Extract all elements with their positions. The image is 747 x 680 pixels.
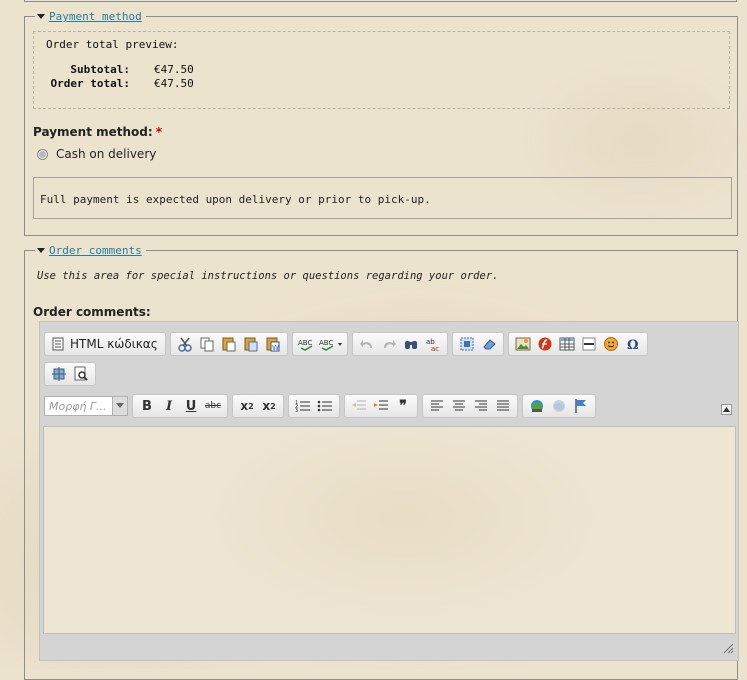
svg-text:3: 3 [295, 408, 298, 414]
payment-method-fieldset: Payment method Order total preview: Subt… [24, 9, 738, 236]
table-icon[interactable] [556, 334, 578, 354]
order-comments-label: Order comments: [33, 305, 151, 319]
undo-icon[interactable] [356, 334, 378, 354]
insert-group: Ω [507, 332, 648, 356]
toolbar-row-3: Μορφή Γ... B I U abc x2 x2 123 ❞ [44, 394, 600, 418]
replace-icon[interactable]: ab ac [422, 334, 444, 354]
subtotal-value: €47.50 [154, 63, 194, 76]
align-left-icon[interactable] [426, 396, 448, 416]
svg-text:Ω: Ω [627, 338, 639, 352]
toolbar-row-1: HTML κώδικας W ABC ABC ab ac Ω [44, 332, 652, 356]
anchor-flag-icon[interactable] [570, 396, 592, 416]
document-icon [52, 337, 64, 351]
paste-word-icon[interactable]: W [262, 334, 284, 354]
cash-on-delivery-label[interactable]: Cash on delivery [56, 147, 156, 161]
subtotal-label: Subtotal: [70, 63, 130, 76]
special-char-icon[interactable]: Ω [622, 334, 644, 354]
html-source-label: HTML κώδικας [70, 337, 158, 351]
paste-text-icon[interactable] [240, 334, 262, 354]
clipboard-group: W [169, 332, 288, 356]
italic-button[interactable]: I [158, 396, 180, 416]
order-total-row: Order total: €47.50 [30, 77, 194, 90]
superscript-button[interactable]: x2 [258, 396, 280, 416]
previous-fieldset-edge [24, 0, 737, 2]
paste-icon[interactable] [218, 334, 240, 354]
order-total-label: Order total: [50, 77, 130, 90]
image-icon[interactable] [512, 334, 534, 354]
unlink-icon[interactable] [548, 396, 570, 416]
numbered-list-icon[interactable]: 123 [292, 396, 314, 416]
editor-content-area[interactable] [43, 426, 736, 634]
preview-icon[interactable] [70, 364, 92, 384]
source-group: HTML κώδικας [44, 332, 166, 356]
payment-method-label: Payment method: * [33, 125, 162, 139]
toolbar-row-2 [44, 362, 100, 386]
underline-button[interactable]: U [180, 396, 202, 416]
format-select[interactable]: Μορφή Γ... [44, 396, 128, 416]
strike-button[interactable]: abc [202, 396, 224, 416]
spellcheck-group: ABC ABC [291, 332, 348, 356]
comments-help-text: Use this area for special instructions o… [37, 270, 499, 282]
order-total-value: €47.50 [154, 77, 194, 90]
script-group: x2 x2 [232, 394, 284, 418]
align-right-icon[interactable] [470, 396, 492, 416]
comments-legend[interactable]: Order comments [35, 243, 146, 258]
select-all-icon[interactable] [456, 334, 478, 354]
collapse-toolbar-button[interactable] [721, 404, 732, 415]
link-icon[interactable] [526, 396, 548, 416]
html-source-button[interactable]: HTML κώδικας [48, 337, 162, 351]
find-icon[interactable] [400, 334, 422, 354]
subtotal-row: Subtotal: €47.50 [30, 63, 194, 76]
scayt-icon[interactable]: ABC [318, 334, 344, 354]
bulleted-list-icon[interactable] [314, 396, 336, 416]
link-group [522, 394, 596, 418]
order-comments-fieldset: Order comments Use this area for special… [24, 243, 739, 680]
blockquote-icon[interactable]: ❞ [392, 396, 414, 416]
bold-button[interactable]: B [136, 396, 158, 416]
required-mark: * [155, 125, 162, 139]
history-group: ab ac [351, 332, 448, 356]
align-group [422, 394, 518, 418]
order-comments-legend-link[interactable]: Order comments [49, 243, 142, 258]
remove-format-icon[interactable] [478, 334, 500, 354]
maximize-icon[interactable] [48, 364, 70, 384]
align-justify-icon[interactable] [492, 396, 514, 416]
cut-icon[interactable] [174, 334, 196, 354]
rich-text-editor: HTML κώδικας W ABC ABC ab ac Ω Μορφή Γ..… [39, 321, 739, 661]
collapse-arrow-icon [723, 407, 730, 412]
smiley-icon[interactable] [600, 334, 622, 354]
svg-text:ac: ac [431, 345, 439, 352]
format-select-placeholder: Μορφή Γ... [49, 399, 107, 413]
indent-group: ❞ [344, 394, 418, 418]
collapse-triangle-icon [37, 14, 45, 19]
chevron-down-icon [112, 397, 127, 415]
cash-on-delivery-option[interactable]: Cash on delivery [37, 147, 156, 161]
horizontal-rule-icon[interactable] [578, 334, 600, 354]
flash-icon[interactable] [534, 334, 556, 354]
payment-method-legend-link[interactable]: Payment method [49, 9, 142, 24]
outdent-icon[interactable] [348, 396, 370, 416]
tools-group [44, 362, 96, 386]
spellcheck-icon[interactable]: ABC [296, 334, 318, 354]
resize-handle-icon[interactable] [722, 642, 734, 654]
basic-style-group: B I U abc [132, 394, 228, 418]
order-total-preview: Order total preview: Subtotal: €47.50 Or… [33, 31, 730, 109]
payment-note: Full payment is expected upon delivery o… [33, 177, 732, 219]
svg-text:ABC: ABC [319, 339, 333, 347]
payment-legend[interactable]: Payment method [35, 9, 146, 24]
svg-text:ABC: ABC [298, 339, 312, 347]
list-group: 123 [288, 394, 340, 418]
align-center-icon[interactable] [448, 396, 470, 416]
select-group [451, 332, 504, 356]
indent-icon[interactable] [370, 396, 392, 416]
copy-icon[interactable] [196, 334, 218, 354]
collapse-triangle-icon [37, 248, 45, 253]
svg-text:W: W [272, 344, 279, 352]
preview-title: Order total preview: [46, 38, 179, 51]
redo-icon[interactable] [378, 334, 400, 354]
cash-on-delivery-radio[interactable] [37, 148, 48, 160]
subscript-button[interactable]: x2 [236, 396, 258, 416]
